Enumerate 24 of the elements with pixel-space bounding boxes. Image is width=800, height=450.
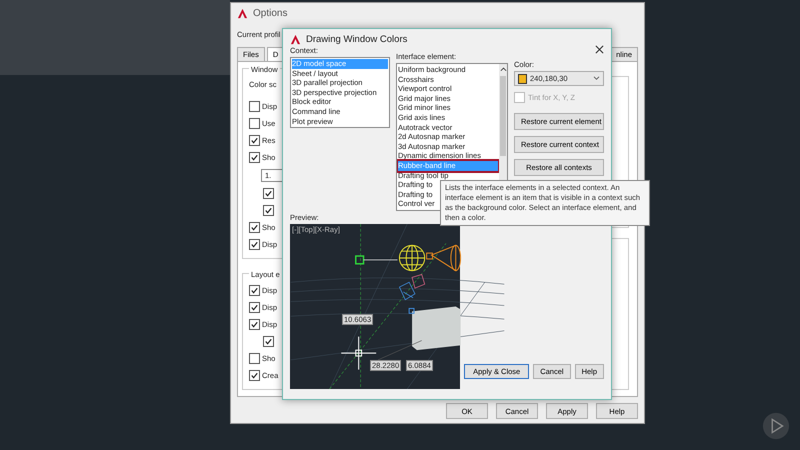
checkbox[interactable] bbox=[249, 239, 260, 250]
window-title: Options bbox=[253, 8, 288, 19]
checkbox[interactable] bbox=[263, 205, 274, 216]
logo-icon bbox=[290, 34, 301, 44]
checkbox[interactable] bbox=[249, 353, 260, 364]
checkbox[interactable] bbox=[249, 302, 260, 313]
scroll-up-icon[interactable] bbox=[500, 66, 506, 72]
checkbox[interactable] bbox=[249, 152, 260, 163]
checkbox[interactable] bbox=[249, 118, 260, 129]
caret-icon bbox=[593, 76, 600, 81]
checkbox[interactable] bbox=[249, 135, 260, 146]
checkbox[interactable] bbox=[249, 285, 260, 296]
checkbox[interactable] bbox=[263, 188, 274, 199]
scrollbar-thumb[interactable] bbox=[500, 76, 506, 156]
checkbox[interactable] bbox=[249, 222, 260, 233]
logo-icon bbox=[237, 8, 248, 19]
checkbox[interactable] bbox=[249, 370, 260, 381]
checkbox[interactable] bbox=[263, 336, 274, 347]
play-icon[interactable] bbox=[762, 412, 790, 440]
window-title: Drawing Window Colors bbox=[306, 34, 408, 44]
close-icon[interactable] bbox=[595, 45, 604, 54]
checkbox[interactable] bbox=[249, 101, 260, 112]
color-swatch bbox=[518, 74, 527, 84]
checkbox[interactable] bbox=[249, 319, 260, 330]
